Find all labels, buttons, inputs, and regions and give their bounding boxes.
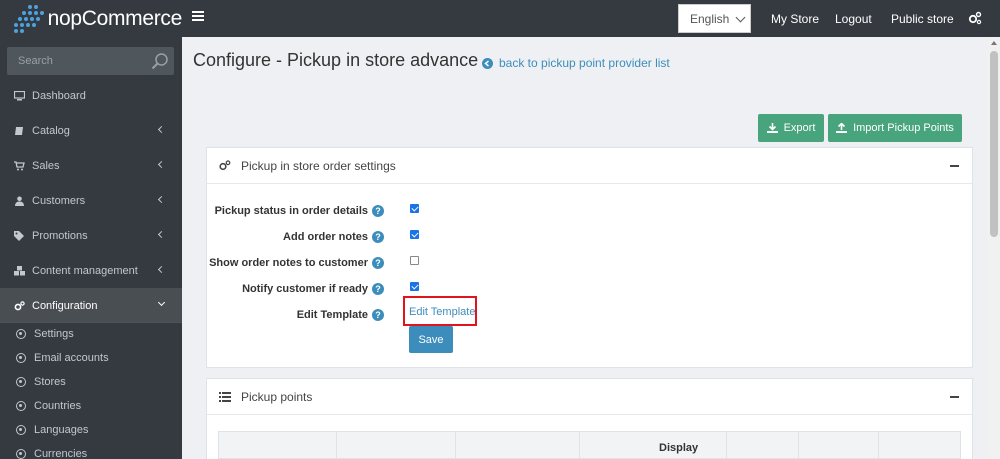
my-store-link[interactable]: My Store — [771, 12, 819, 26]
form-row-add-order-notes: Add order notes ? — [0, 228, 1000, 248]
book-icon — [15, 126, 23, 135]
cart-icon — [14, 160, 25, 170]
sidebar-subitem-label: Stores — [34, 376, 66, 388]
sidebar-item-label: Catalog — [32, 124, 70, 137]
field-label: Add order notes — [283, 231, 368, 243]
logout-link[interactable]: Logout — [835, 12, 872, 26]
pickup-points-table-header — [218, 431, 961, 459]
form-row-pickup-status: Pickup status in order details ? — [0, 202, 1000, 222]
collapse-icon[interactable] — [950, 396, 959, 398]
sidebar-subitem-currencies[interactable]: Currencies — [0, 442, 182, 459]
language-value: English — [690, 11, 730, 26]
search-icon[interactable] — [151, 52, 169, 70]
search-placeholder: Search — [18, 55, 53, 67]
settings-card-header[interactable]: Pickup in store order settings — [207, 148, 972, 184]
table-header-cell — [727, 432, 799, 459]
question-circle-icon[interactable]: ? — [372, 309, 384, 321]
chevron-down-icon — [735, 12, 746, 23]
notify-customer-checkbox[interactable] — [410, 282, 419, 291]
field-label: Show order notes to customer — [209, 257, 368, 269]
sidebar-subitem-label: Email accounts — [34, 352, 109, 364]
export-button[interactable]: Export — [758, 114, 824, 142]
form-row-edit-template: Edit Template ? — [0, 306, 1000, 326]
question-circle-icon[interactable]: ? — [372, 205, 384, 217]
chevron-left-icon — [157, 160, 166, 169]
circle-icon — [16, 401, 26, 411]
upload-icon — [836, 123, 848, 133]
language-select[interactable]: English — [678, 4, 751, 33]
sidebar-subitem-email-accounts[interactable]: Email accounts — [0, 346, 182, 370]
table-header-display: Display — [659, 442, 699, 454]
circle-icon — [16, 329, 26, 339]
export-label: Export — [783, 122, 816, 134]
form-row-show-order-notes: Show order notes to customer ? — [0, 254, 1000, 274]
logo-icon — [12, 4, 44, 33]
page-scrollbar[interactable] — [988, 37, 1000, 459]
sidebar: Search Dashboard Catalog Sales Customers… — [0, 37, 182, 459]
question-circle-icon[interactable]: ? — [372, 231, 384, 243]
logo-text: nopCommerce — [47, 6, 183, 30]
sidebar-subitem-stores[interactable]: Stores — [0, 370, 182, 394]
sidebar-subitem-label: Currencies — [34, 448, 88, 459]
table-header-cell — [580, 432, 727, 459]
scrollbar-thumb[interactable] — [990, 51, 998, 237]
field-label: Notify customer if ready — [242, 283, 368, 295]
monitor-icon — [14, 90, 25, 100]
circle-icon — [16, 377, 26, 387]
sidebar-item-label: Dashboard — [32, 89, 86, 102]
add-order-notes-checkbox[interactable] — [410, 230, 419, 239]
question-circle-icon[interactable]: ? — [372, 283, 384, 295]
collapse-icon[interactable] — [950, 165, 959, 167]
form-row-notify-customer: Notify customer if ready ? — [0, 280, 1000, 300]
table-header-cell — [799, 432, 879, 459]
sidebar-item-label: Sales — [32, 159, 60, 172]
import-pickup-points-button[interactable]: Import Pickup Points — [828, 114, 962, 142]
sidebar-subitem-languages[interactable]: Languages — [0, 418, 182, 442]
table-header-cell — [456, 432, 580, 459]
save-button[interactable]: Save — [409, 326, 453, 353]
chevron-left-icon — [157, 125, 166, 134]
table-header-cell — [219, 432, 337, 459]
circle-icon — [16, 353, 26, 363]
back-link[interactable]: back to pickup point provider list — [482, 56, 670, 70]
sidebar-subitem-countries[interactable]: Countries — [0, 394, 182, 418]
gears-icon — [219, 160, 231, 171]
search-input[interactable]: Search — [7, 47, 174, 75]
table-header-cell — [879, 432, 962, 459]
page-title: Configure - Pickup in store advance — [193, 50, 479, 70]
edit-template-link[interactable]: Edit Template — [409, 306, 475, 318]
field-label: Pickup status in order details — [214, 205, 368, 217]
circle-icon — [16, 449, 26, 459]
pickup-points-card-title: Pickup points — [241, 389, 313, 404]
pickup-points-card-header[interactable]: Pickup points — [207, 379, 972, 415]
pickup-status-checkbox[interactable] — [410, 204, 419, 213]
download-icon — [766, 123, 778, 133]
logo[interactable]: nopCommerce — [0, 0, 182, 37]
public-store-link[interactable]: Public store — [891, 12, 954, 26]
field-label: Edit Template — [296, 309, 368, 321]
scroll-up-icon[interactable] — [991, 41, 997, 45]
table-header-cell — [337, 432, 456, 459]
circle-icon — [16, 425, 26, 435]
list-icon — [219, 391, 231, 402]
question-circle-icon[interactable]: ? — [372, 257, 384, 269]
import-label: Import Pickup Points — [853, 122, 954, 134]
arrow-circle-left-icon — [482, 57, 493, 69]
menu-toggle-icon[interactable] — [192, 11, 204, 23]
gears-icon[interactable] — [968, 11, 982, 25]
sidebar-subitem-label: Languages — [34, 424, 89, 436]
show-order-notes-checkbox[interactable] — [410, 256, 419, 265]
chevron-down-icon — [157, 298, 166, 307]
back-link-label: back to pickup point provider list — [499, 56, 670, 70]
sidebar-item-catalog[interactable]: Catalog — [0, 113, 182, 148]
sidebar-subitem-label: Countries — [34, 400, 82, 412]
sidebar-item-sales[interactable]: Sales — [0, 148, 182, 183]
sidebar-subitem-label: Settings — [34, 328, 74, 340]
settings-card-title: Pickup in store order settings — [241, 158, 396, 173]
sidebar-item-dashboard[interactable]: Dashboard — [0, 78, 182, 113]
